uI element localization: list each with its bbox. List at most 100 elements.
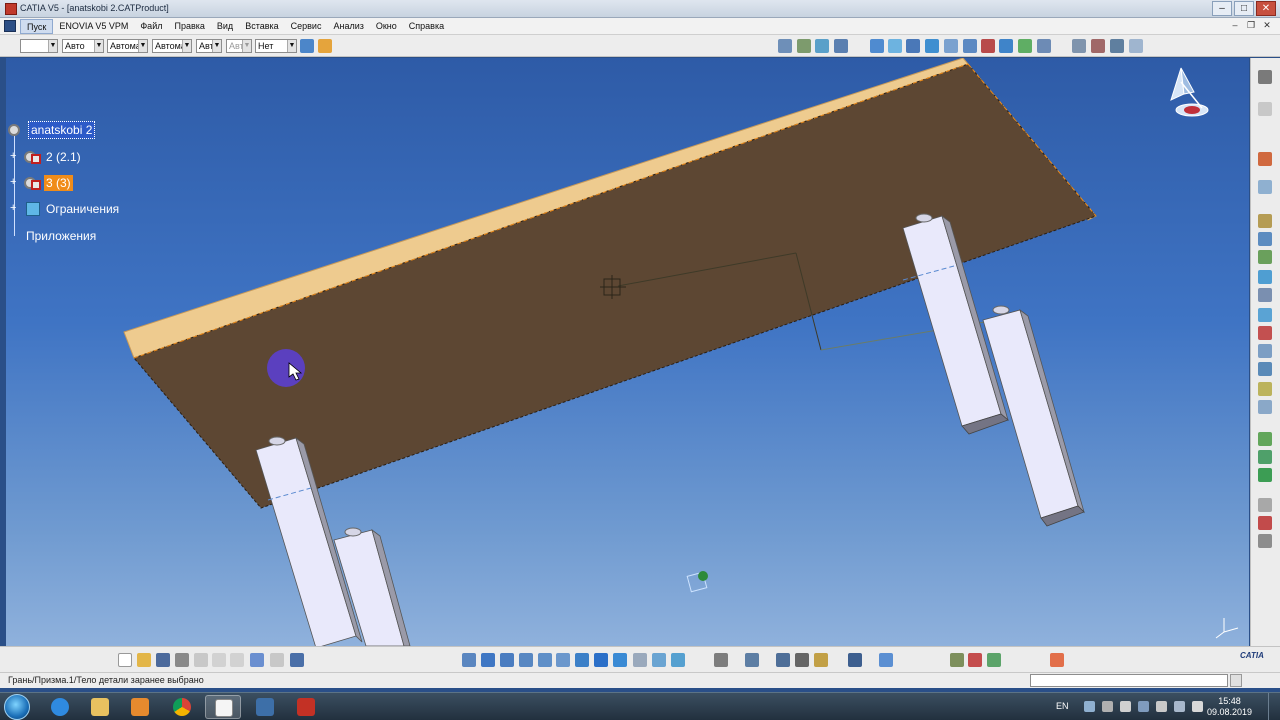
measure-icon[interactable] [1072,39,1086,53]
snap-3d-icon[interactable] [795,653,809,667]
reuse-pattern-icon[interactable] [1037,39,1051,53]
shaft-icon[interactable] [1258,250,1272,264]
point-type-combo[interactable]: Авто ▼ [196,39,222,53]
coincidence-constraint-icon[interactable] [925,39,939,53]
distance-analysis-icon[interactable] [1129,39,1143,53]
undo-icon[interactable] [250,653,264,667]
pad-icon[interactable] [1258,214,1272,228]
graphic-properties-icon[interactable] [318,39,332,53]
capture-icon[interactable] [714,653,728,667]
zoom-in-icon[interactable] [538,653,552,667]
apply-material-icon[interactable] [1258,534,1272,548]
boolean-icon[interactable] [1258,468,1272,482]
zoom-out-icon[interactable] [556,653,570,667]
menu-insert[interactable]: Вставка [239,19,284,34]
menu-window[interactable]: Окно [370,19,403,34]
normal-view-icon[interactable] [575,653,589,667]
new-product-icon[interactable] [834,39,848,53]
tree-root-label[interactable]: anatskobi 2 [28,121,96,139]
minimize-button[interactable]: – [1212,1,1232,16]
fly-mode-icon[interactable] [462,653,476,667]
tray-app-icon[interactable] [1138,701,1149,712]
tree-node-label[interactable]: Ограничения [44,201,121,217]
volume-icon[interactable] [1192,701,1203,712]
rotate-icon[interactable] [519,653,533,667]
tray-app-icon[interactable] [1120,701,1131,712]
render-style-combo[interactable]: Авто ▼ [226,39,252,53]
open-folder-icon[interactable] [137,653,151,667]
iso-view-icon[interactable] [613,653,627,667]
copy-icon[interactable] [212,653,226,667]
grip-icon[interactable] [1258,102,1272,116]
swap-space-icon[interactable] [671,653,685,667]
fit-all-icon[interactable] [481,653,495,667]
menu-tools[interactable]: Сервис [285,19,328,34]
show-desktop-button[interactable] [1268,693,1280,720]
menu-help[interactable]: Справка [403,19,450,34]
sketch-icon[interactable] [1258,180,1272,194]
fillet-icon[interactable] [1258,288,1272,302]
tray-app-icon[interactable] [1102,701,1113,712]
sectioning-icon[interactable] [1110,39,1124,53]
pan-icon[interactable] [500,653,514,667]
draft-icon[interactable] [1258,326,1272,340]
command-input[interactable] [1030,674,1228,687]
catalog-icon[interactable] [745,653,759,667]
save-icon[interactable] [156,653,170,667]
tray-flag-icon[interactable] [1156,701,1167,712]
taskbar-media[interactable] [122,695,158,719]
3d-viewport[interactable] [6,58,1249,646]
tray-app-icon[interactable] [1084,701,1095,712]
menu-view[interactable]: Вид [211,19,239,34]
analysis-icon[interactable] [950,653,964,667]
pocket-icon[interactable] [1258,232,1272,246]
product-structure-icon[interactable] [778,39,792,53]
taskbar-explorer[interactable] [82,695,118,719]
origin-marker[interactable] [686,571,708,593]
maximize-button[interactable]: □ [1234,1,1254,16]
measure-item-icon[interactable] [1258,498,1272,512]
tree-node-label[interactable]: 2 (2.1) [44,149,83,165]
command-input-button[interactable] [1230,674,1242,687]
tree-node-3[interactable]: + 3 (3) [8,174,73,192]
update-icon[interactable] [1018,39,1032,53]
multi-view-icon[interactable] [594,653,608,667]
tree-node-label[interactable]: Приложения [24,228,98,244]
contact-constraint-icon[interactable] [944,39,958,53]
select-arrow-icon[interactable] [1258,152,1272,166]
bom-icon[interactable] [814,653,828,667]
tree-node-label[interactable]: 3 (3) [44,175,73,191]
angle-constraint-icon[interactable] [999,39,1013,53]
redo-icon[interactable] [270,653,284,667]
start-button[interactable] [4,694,30,720]
new-part-icon[interactable] [815,39,829,53]
cut-icon[interactable] [194,653,208,667]
offset-constraint-icon[interactable] [963,39,977,53]
transparency-combo[interactable]: Авто ▼ [62,39,104,53]
tree-node-2[interactable]: + 2 (2.1) [8,148,83,166]
manipulate-icon[interactable] [776,653,790,667]
scale-icon[interactable] [1258,450,1272,464]
document-icon[interactable] [4,20,16,32]
update-all-icon[interactable] [848,653,862,667]
snap-icon[interactable] [888,39,902,53]
line-type-combo[interactable]: Автомат ▼ [152,39,192,53]
doc-minimize-button[interactable]: – [1228,19,1242,32]
taskbar-chrome[interactable] [164,695,200,719]
tree-node-constraints[interactable]: + Ограничения [8,200,121,218]
shading-icon[interactable] [633,653,647,667]
publication-icon[interactable] [879,653,893,667]
compass-icon[interactable] [1170,67,1209,117]
chamfer-icon[interactable] [1258,308,1272,322]
expand-plus-icon[interactable]: + [10,177,19,188]
taskbar-ie[interactable] [42,695,78,719]
mirror-icon[interactable] [1258,400,1272,414]
tree-node-applications[interactable]: Приложения [24,227,98,245]
color-combo[interactable]: ▼ [20,39,58,53]
new-document-icon[interactable] [118,653,132,667]
paste-icon[interactable] [230,653,244,667]
constraint-icon[interactable] [1258,516,1272,530]
network-icon[interactable] [1174,701,1185,712]
lock-icon[interactable] [1258,70,1272,84]
close-button[interactable]: ✕ [1256,1,1276,16]
